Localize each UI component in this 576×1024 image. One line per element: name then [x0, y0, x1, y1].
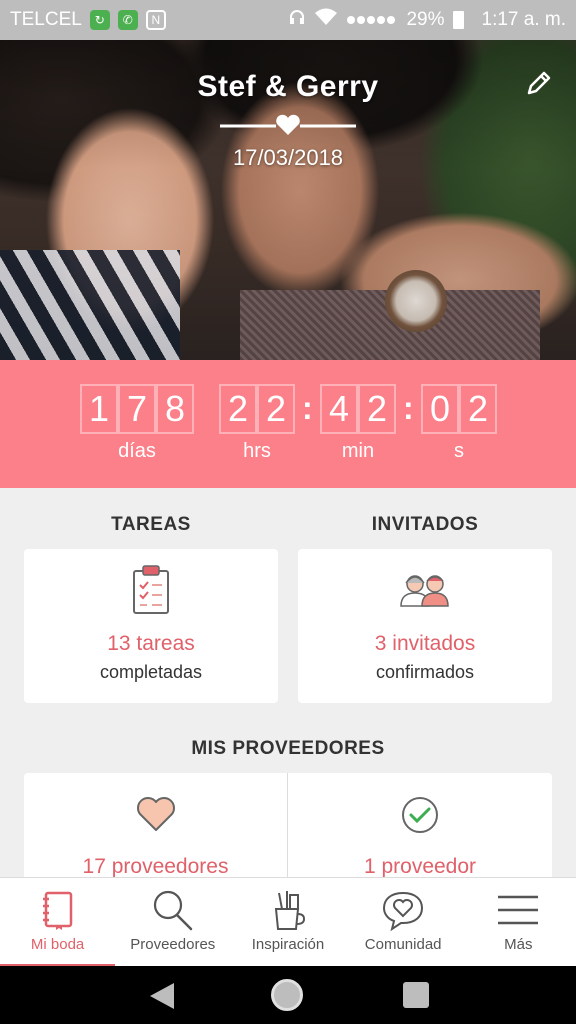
couple-names: Stef & Gerry — [197, 70, 379, 103]
countdown-digit: 7 — [118, 384, 156, 434]
countdown-digit: 0 — [421, 384, 459, 434]
pencil-cup-icon — [274, 891, 305, 930]
countdown-digit: 4 — [320, 384, 358, 434]
check-circle-icon — [402, 797, 438, 833]
home-icon[interactable] — [271, 979, 303, 1011]
tasks-sub: completadas — [99, 662, 203, 682]
tasks-title: TAREAS — [111, 514, 191, 535]
clipboard-icon — [133, 565, 169, 614]
back-icon[interactable] — [148, 982, 176, 1010]
heart-divider-icon — [220, 114, 356, 135]
battery-percent: 29% — [406, 9, 445, 30]
time-label: 1:17 a. m. — [481, 9, 567, 30]
nav-label: Más — [504, 936, 533, 953]
guests-sub: confirmados — [375, 662, 475, 682]
carrier-label: TELCEL — [10, 9, 82, 30]
tasks-count: 13 tareas — [107, 632, 195, 655]
chat-heart-icon — [383, 891, 424, 931]
couple-photo[interactable]: Stef & Gerry 17/03/2018 — [0, 40, 576, 360]
nav-comunidad[interactable]: Comunidad — [346, 878, 461, 967]
days-label: días — [118, 440, 156, 462]
recent-apps-icon[interactable] — [403, 982, 429, 1008]
tasks-card[interactable]: 13 tareas completadas — [24, 549, 278, 703]
nav-label: Mi boda — [30, 936, 85, 953]
app-root: TELCEL ↻ ✆ N 29% 1:17 a. m. Stef & Gerry — [0, 0, 576, 1024]
nfc-icon: N — [145, 10, 166, 30]
nav-proveedores[interactable]: Proveedores — [115, 878, 230, 967]
pencil-icon — [527, 71, 551, 95]
nav-mi-boda[interactable]: Mi boda — [0, 878, 115, 967]
sync-icon: ↻ — [89, 10, 110, 30]
vendors-card: 17 proveedores 1 proveedor — [24, 773, 552, 883]
hours-label: hrs — [243, 440, 271, 462]
countdown-digit: 2 — [459, 384, 497, 434]
countdown-digit: 2 — [358, 384, 396, 434]
guests-title: INVITADOS — [371, 514, 479, 535]
system-nav-bar — [0, 966, 576, 1024]
vendors-title: MIS PROVEEDORES — [191, 738, 385, 759]
edit-button[interactable] — [522, 66, 556, 100]
countdown-digit: 1 — [80, 384, 118, 434]
guests-count: 3 invitados — [374, 632, 476, 655]
whatsapp-icon: ✆ — [117, 10, 138, 30]
guests-card[interactable]: 3 invitados confirmados — [298, 549, 552, 703]
vendors-favorites-count: 17 proveedores — [82, 855, 229, 878]
bottom-nav: Mi boda Proveedores Inspiración Comunida… — [0, 877, 576, 967]
vendors-hired-count: 1 proveedor — [363, 855, 477, 878]
nav-mas[interactable]: Más — [461, 878, 576, 967]
countdown-separator: : — [403, 390, 414, 426]
headphones-icon — [288, 8, 306, 32]
status-bar: TELCEL ↻ ✆ N 29% 1:17 a. m. — [0, 0, 576, 40]
heart-icon — [136, 797, 175, 831]
countdown-separator: : — [302, 390, 313, 426]
countdown: 1 7 8 2 2 : 4 2 : 0 2 días hrs min s — [0, 360, 576, 488]
search-icon — [153, 890, 193, 931]
wedding-date: 17/03/2018 — [232, 145, 344, 170]
seconds-label: s — [454, 440, 464, 462]
minutes-label: min — [341, 440, 375, 462]
countdown-digit: 2 — [219, 384, 257, 434]
nav-label: Comunidad — [364, 936, 442, 953]
countdown-digit: 2 — [257, 384, 295, 434]
battery-icon — [452, 11, 464, 29]
couple-icon — [400, 575, 449, 607]
signal-icon — [346, 9, 398, 31]
wifi-icon — [314, 7, 338, 33]
countdown-digit: 8 — [156, 384, 194, 434]
menu-icon — [498, 895, 539, 925]
notebook-icon — [42, 891, 72, 930]
vendors-favorites[interactable]: 17 proveedores — [24, 773, 287, 883]
vendors-hired[interactable]: 1 proveedor — [288, 773, 552, 883]
nav-inspiracion[interactable]: Inspiración — [230, 878, 345, 967]
nav-label: Proveedores — [130, 936, 216, 953]
nav-label: Inspiración — [251, 936, 325, 953]
